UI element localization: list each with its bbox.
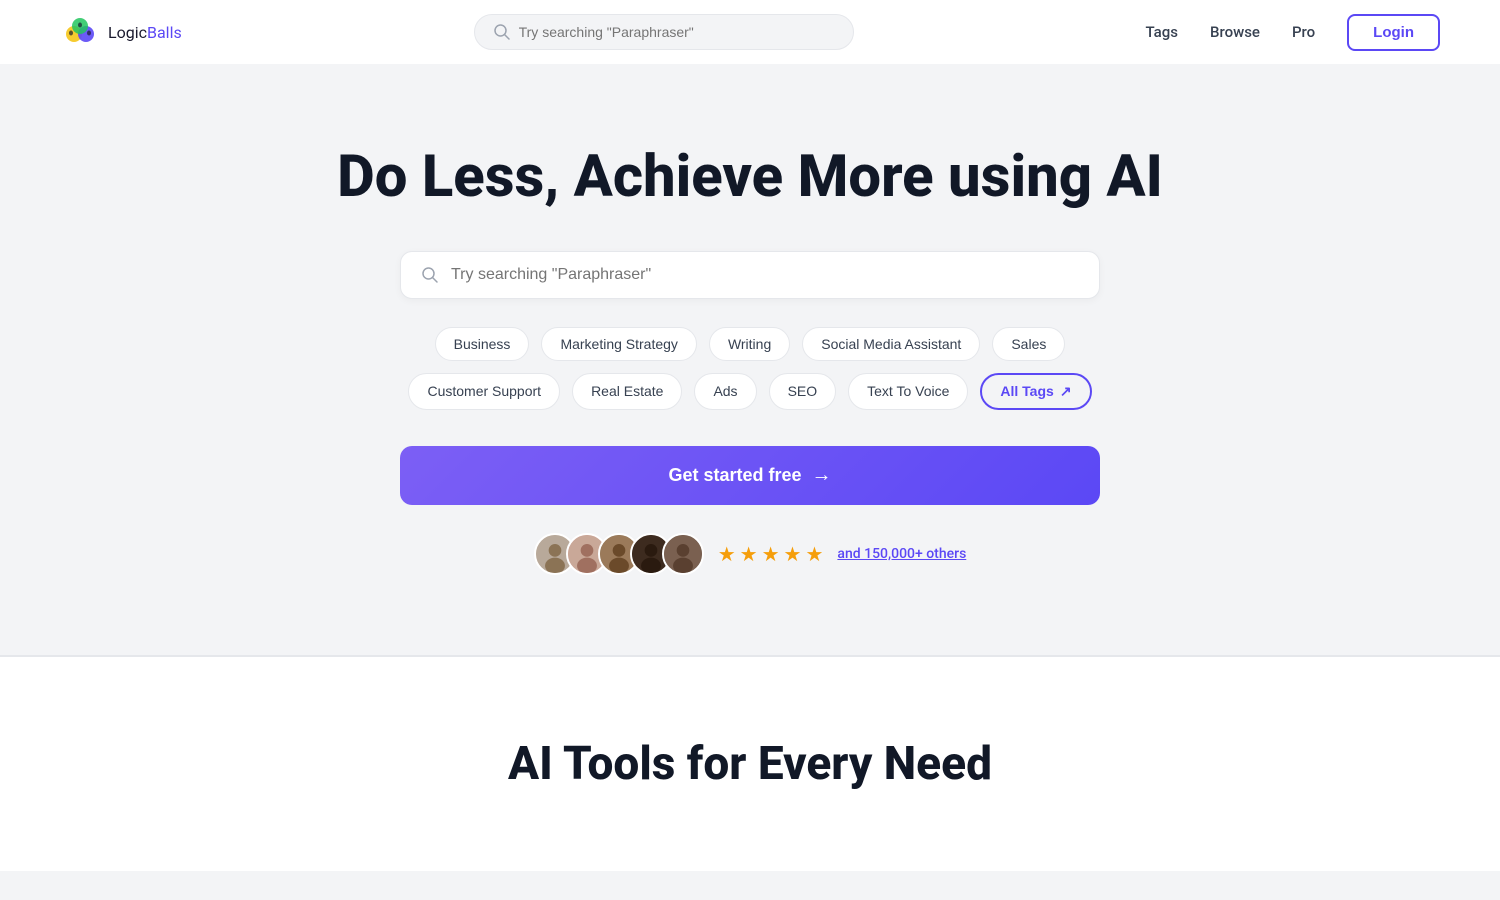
logo[interactable]: LogicBalls <box>60 12 182 52</box>
tag-text-to-voice[interactable]: Text To Voice <box>848 373 968 410</box>
ai-tools-section: AI Tools for Every Need <box>0 657 1500 871</box>
tag-real-estate[interactable]: Real Estate <box>572 373 682 410</box>
login-button[interactable]: Login <box>1347 14 1440 51</box>
tags-row: Business Marketing Strategy Writing Soci… <box>400 327 1100 410</box>
navbar-search[interactable] <box>474 14 854 50</box>
star-2: ★ <box>740 542 758 566</box>
star-4: ★ <box>784 542 802 566</box>
tag-all-tags[interactable]: All Tags ↗ <box>980 373 1091 410</box>
hero-search-input[interactable] <box>451 266 1079 284</box>
tag-marketing-strategy[interactable]: Marketing Strategy <box>541 327 697 361</box>
navbar-browse-link[interactable]: Browse <box>1210 23 1260 41</box>
tag-sales[interactable]: Sales <box>992 327 1065 361</box>
social-proof: ★ ★ ★ ★ ★ and 150,000+ others <box>534 533 967 575</box>
social-proof-text[interactable]: and 150,000+ others <box>837 546 966 562</box>
avatar <box>662 533 704 575</box>
tag-seo[interactable]: SEO <box>769 373 837 410</box>
hero-search-box[interactable] <box>400 251 1100 299</box>
navbar-pro-link[interactable]: Pro <box>1292 23 1315 41</box>
hero-section: Do Less, Achieve More using AI Business … <box>0 64 1500 655</box>
star-3: ★ <box>762 542 780 566</box>
ai-tools-title: AI Tools for Every Need <box>508 737 992 791</box>
hero-title: Do Less, Achieve More using AI <box>337 144 1163 211</box>
logo-icon <box>60 12 100 52</box>
star-5: ★ <box>805 542 823 566</box>
tag-customer-support[interactable]: Customer Support <box>408 373 560 410</box>
avatar-group <box>534 533 704 575</box>
star-1: ★ <box>718 542 736 566</box>
navbar-tags-link[interactable]: Tags <box>1146 23 1178 41</box>
navbar: LogicBalls Tags Browse Pro Login <box>0 0 1500 64</box>
navbar-links: Tags Browse Pro Login <box>1146 14 1441 51</box>
external-link-icon: ↗ <box>1060 383 1072 400</box>
tag-business[interactable]: Business <box>435 327 530 361</box>
hero-search-icon <box>421 266 439 284</box>
star-rating: ★ ★ ★ ★ ★ <box>718 542 824 566</box>
navbar-search-input[interactable] <box>519 24 835 40</box>
logo-text: LogicBalls <box>108 23 182 42</box>
tag-social-media[interactable]: Social Media Assistant <box>802 327 980 361</box>
arrow-right-icon: → <box>812 464 832 487</box>
tag-ads[interactable]: Ads <box>694 373 756 410</box>
navbar-search-icon <box>493 23 511 41</box>
tag-writing[interactable]: Writing <box>709 327 790 361</box>
get-started-button[interactable]: Get started free → <box>400 446 1100 505</box>
